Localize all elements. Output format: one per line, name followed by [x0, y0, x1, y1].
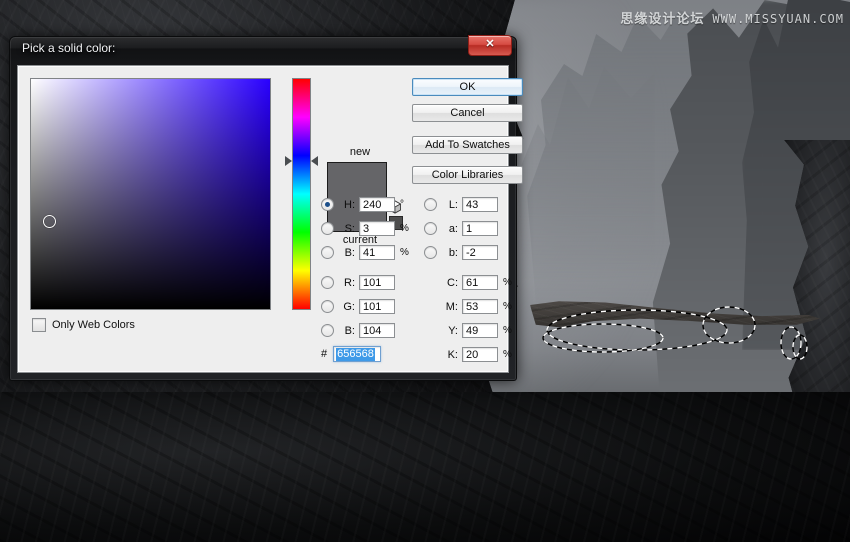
input-h[interactable] [359, 197, 395, 212]
color-libraries-button[interactable]: Color Libraries [412, 166, 523, 184]
field-row-h[interactable]: H: ° [321, 196, 404, 213]
hue-slider-right-arrow-icon[interactable] [311, 155, 318, 166]
radio-h[interactable] [321, 198, 334, 211]
unit-s: % [400, 223, 409, 234]
field-row-k[interactable]: K: % [424, 346, 512, 363]
field-row-s[interactable]: S: % [321, 220, 409, 237]
field-row-l[interactable]: L: [424, 196, 498, 213]
dialog-titlebar[interactable]: Pick a solid color: [10, 35, 516, 61]
input-m[interactable] [462, 299, 498, 314]
unit-k: % [503, 349, 512, 360]
label-s: S: [344, 222, 355, 235]
input-r[interactable] [359, 275, 395, 290]
dialog-body: Only Web Colors new current OK Cancel Ad… [17, 65, 523, 373]
watermark: 思缘设计论坛 WWW.MISSYUAN.COM [620, 8, 844, 27]
radio-l[interactable] [424, 198, 437, 211]
hex-hash-label: # [321, 348, 328, 360]
input-k[interactable] [462, 347, 498, 362]
add-to-swatches-button[interactable]: Add To Swatches [412, 136, 523, 154]
label-y: Y: [448, 324, 458, 337]
hex-input-value: 656568 [336, 347, 375, 361]
checkbox-box-icon [32, 318, 46, 332]
unit-y: % [503, 325, 512, 336]
input-y[interactable] [462, 323, 498, 338]
watermark-url: WWW.MISSYUAN.COM [712, 12, 844, 26]
label-m: M: [445, 300, 458, 313]
color-picker-dialog: Pick a solid color: Only Web Colors new … [9, 35, 523, 381]
saturation-brightness-field[interactable] [30, 78, 271, 310]
label-l: L: [448, 198, 458, 211]
label-g: G: [343, 300, 355, 313]
only-web-colors-checkbox[interactable]: Only Web Colors [32, 318, 135, 332]
radio-b-blue[interactable] [321, 324, 334, 337]
input-a[interactable] [462, 221, 498, 236]
field-row-y[interactable]: Y: % [424, 322, 512, 339]
field-row-a[interactable]: a: [424, 220, 498, 237]
input-b-blue[interactable] [359, 323, 395, 338]
input-b-brightness[interactable] [359, 245, 395, 260]
field-row-g[interactable]: G: [321, 298, 395, 315]
new-color-swatch[interactable] [328, 163, 386, 197]
label-c: C: [447, 276, 458, 289]
hue-slider[interactable] [285, 78, 318, 310]
hex-input[interactable]: 656568 [333, 346, 382, 362]
hex-field-row[interactable]: # 656568 [321, 346, 382, 362]
label-k: K: [447, 348, 458, 361]
label-b-brightness: B: [344, 246, 355, 259]
label-a: a: [448, 222, 458, 235]
radio-b-brightness[interactable] [321, 246, 334, 259]
dialog-title: Pick a solid color: [22, 41, 116, 55]
input-c[interactable] [462, 275, 498, 290]
hue-slider-left-arrow-icon[interactable] [285, 155, 292, 166]
input-l[interactable] [462, 197, 498, 212]
hue-gradient [293, 79, 310, 309]
cancel-button[interactable]: Cancel [412, 104, 523, 122]
unit-m: % [503, 301, 512, 312]
radio-s[interactable] [321, 222, 334, 235]
label-r: R: [344, 276, 355, 289]
field-row-b-lab[interactable]: b: [424, 244, 498, 261]
unit-c: % [503, 277, 512, 288]
new-color-label: new [349, 146, 371, 158]
input-s[interactable] [359, 221, 395, 236]
field-row-b-brightness[interactable]: B: % [321, 244, 409, 261]
radio-b-lab[interactable] [424, 246, 437, 259]
sb-gradient [31, 79, 270, 309]
input-g[interactable] [359, 299, 395, 314]
unit-b-brightness: % [400, 247, 409, 258]
only-web-colors-label: Only Web Colors [52, 319, 135, 331]
label-h: H: [344, 198, 355, 211]
field-row-c[interactable]: C: % [424, 274, 512, 291]
field-row-r[interactable]: R: [321, 274, 395, 291]
unit-h: ° [400, 199, 404, 210]
input-b-lab[interactable] [462, 245, 498, 260]
watermark-cn: 思缘设计论坛 [620, 12, 705, 27]
field-row-m[interactable]: M: % [424, 298, 512, 315]
radio-a[interactable] [424, 222, 437, 235]
radio-g[interactable] [321, 300, 334, 313]
ok-button[interactable]: OK [412, 78, 523, 96]
label-b-lab: b: [448, 246, 458, 259]
label-b-blue: B: [344, 324, 355, 337]
close-icon[interactable] [468, 35, 512, 56]
field-row-b-blue[interactable]: B: [321, 322, 395, 339]
radio-r[interactable] [321, 276, 334, 289]
